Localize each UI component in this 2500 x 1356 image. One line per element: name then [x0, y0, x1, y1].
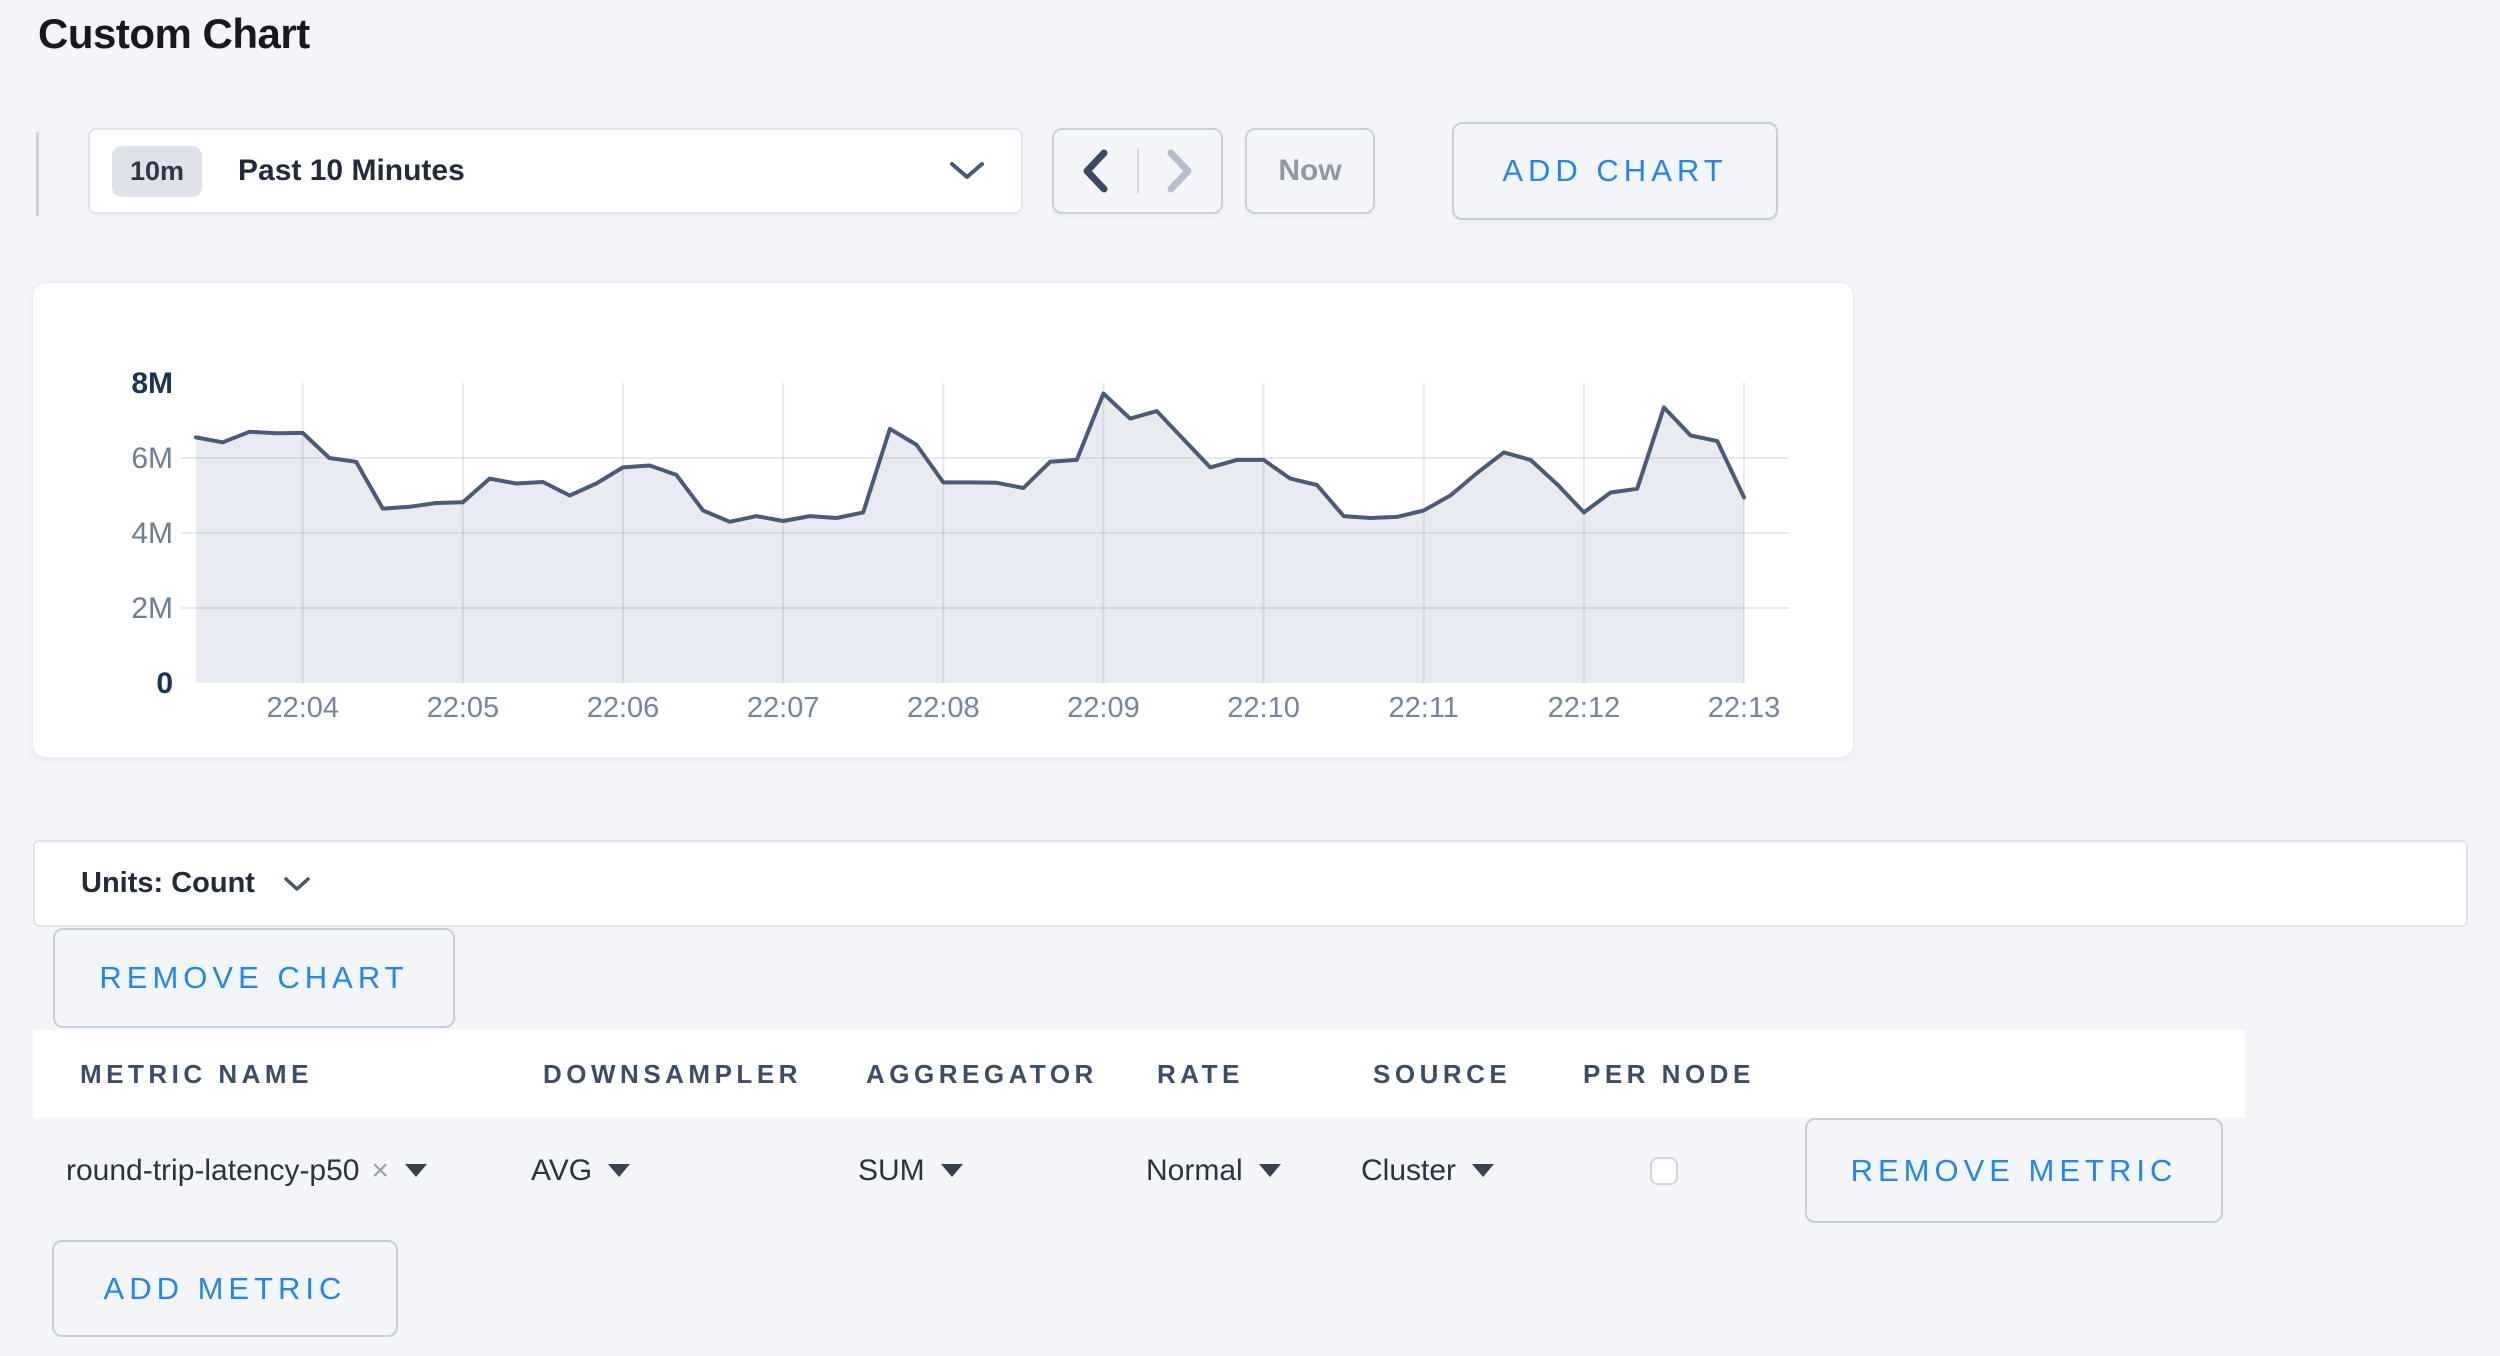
prev-time-button[interactable]	[1054, 148, 1139, 194]
x-tick-label: 22:10	[1227, 692, 1300, 724]
metrics-table-header: METRIC NAME DOWNSAMPLER AGGREGATOR RATE …	[33, 1030, 2245, 1118]
x-tick-label: 22:06	[587, 692, 660, 724]
column-header-source: SOURCE	[1373, 1030, 1511, 1118]
column-header-aggregator: AGGREGATOR	[866, 1030, 1098, 1118]
close-icon[interactable]: ×	[371, 1154, 389, 1188]
metric-name-select[interactable]: round-trip-latency-p50 ×	[66, 1154, 427, 1188]
column-header-downsampler: DOWNSAMPLER	[543, 1030, 802, 1118]
caret-down-icon	[608, 1164, 630, 1177]
y-tick-label: 2M	[131, 592, 173, 625]
custom-chart-page: Custom Chart 10m Past 10 Minutes Now ADD…	[0, 0, 2500, 1356]
time-window-badge: 10m	[112, 146, 202, 197]
rate-select[interactable]: Normal	[1146, 1154, 1281, 1188]
y-tick-label: 4M	[131, 517, 173, 550]
source-value: Cluster	[1361, 1154, 1456, 1188]
aggregator-select[interactable]: SUM	[858, 1154, 963, 1188]
now-button[interactable]: Now	[1245, 128, 1375, 214]
area-fill	[196, 394, 1744, 684]
chart-card: 8M 6M 4M 2M 0 22:04 22:05 22:06 22:07 22:08 22:09 2…	[32, 282, 1854, 758]
x-tick-label: 22:04	[266, 692, 339, 724]
x-tick-label: 22:12	[1548, 692, 1621, 724]
column-header-per-node: PER NODE	[1583, 1030, 1755, 1118]
time-window-select[interactable]: 10m Past 10 Minutes	[88, 128, 1023, 214]
caret-down-icon	[405, 1164, 427, 1177]
add-chart-button[interactable]: ADD CHART	[1452, 122, 1778, 220]
y-tick-label: 8M	[131, 367, 173, 400]
column-header-rate: RATE	[1157, 1030, 1244, 1118]
y-tick-label: 6M	[131, 442, 173, 475]
units-dropdown[interactable]: Units: Count	[33, 840, 2468, 927]
caret-down-icon	[1472, 1164, 1494, 1177]
downsampler-select[interactable]: AVG	[531, 1154, 630, 1188]
toolbar-left-rule	[36, 132, 39, 216]
chevron-down-icon	[283, 875, 311, 893]
units-dropdown-label: Units: Count	[81, 867, 255, 900]
time-step-group	[1052, 128, 1223, 214]
x-tick-label: 22:13	[1708, 692, 1781, 724]
column-header-metric-name: METRIC NAME	[80, 1030, 313, 1118]
next-time-button[interactable]	[1139, 148, 1222, 194]
x-tick-label: 22:08	[907, 692, 980, 724]
caret-down-icon	[941, 1164, 963, 1177]
per-node-checkbox[interactable]	[1650, 1157, 1678, 1185]
aggregator-value: SUM	[858, 1154, 925, 1188]
downsampler-value: AVG	[531, 1154, 592, 1188]
source-select[interactable]: Cluster	[1361, 1154, 1494, 1188]
page-title: Custom Chart	[38, 10, 310, 58]
rate-value: Normal	[1146, 1154, 1243, 1188]
remove-metric-button[interactable]: REMOVE METRIC	[1805, 1118, 2223, 1223]
chevron-down-icon	[949, 160, 985, 182]
x-tick-label: 22:09	[1067, 692, 1140, 724]
y-tick-label: 0	[156, 667, 173, 700]
chevron-right-icon	[1163, 148, 1197, 194]
timeseries-chart: 8M 6M 4M 2M 0 22:04 22:05 22:06 22:07 22:08 22:09 2…	[33, 283, 1853, 757]
x-tick-label: 22:11	[1389, 692, 1459, 724]
caret-down-icon	[1259, 1164, 1281, 1177]
x-tick-label: 22:07	[747, 692, 820, 724]
time-window-label: Past 10 Minutes	[238, 154, 465, 188]
metric-name-value: round-trip-latency-p50	[66, 1154, 359, 1188]
x-tick-label: 22:05	[427, 692, 500, 724]
remove-chart-button[interactable]: REMOVE CHART	[53, 928, 455, 1028]
add-metric-button[interactable]: ADD METRIC	[52, 1240, 398, 1337]
chevron-left-icon	[1078, 148, 1112, 194]
